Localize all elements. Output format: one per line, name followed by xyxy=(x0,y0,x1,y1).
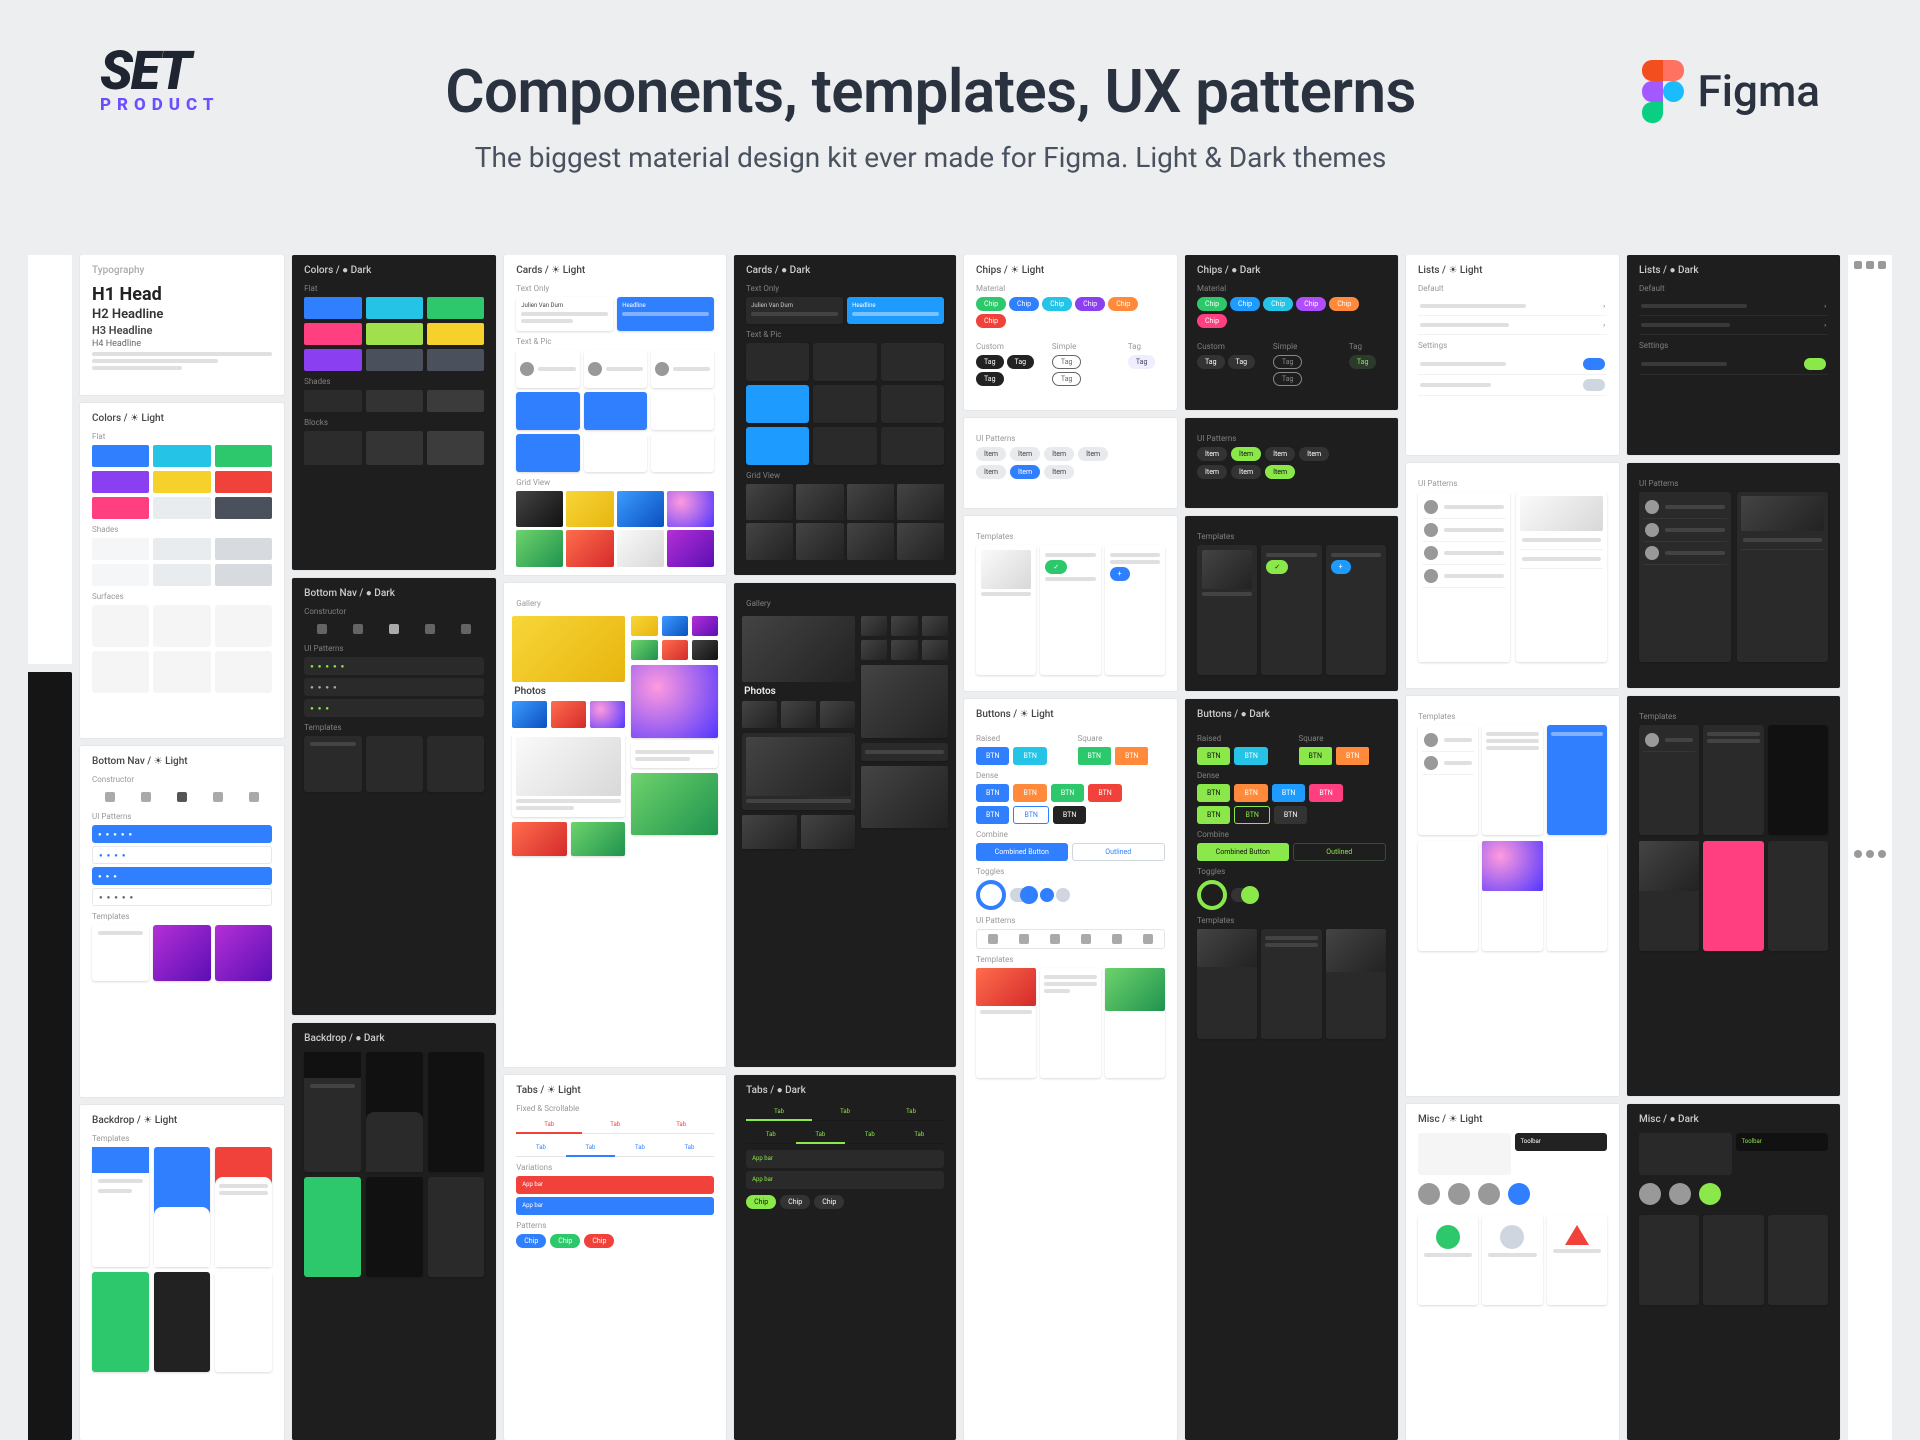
page-subtitle: The biggest material design kit ever mad… xyxy=(220,141,1642,174)
gallery-title: Photos xyxy=(512,682,625,701)
panel-lists-light-patterns: UI Patterns xyxy=(1406,463,1619,688)
panel-cards-light-gallery: Gallery Photos xyxy=(504,583,726,1067)
h4-sample: H4 Headline xyxy=(92,339,272,349)
panel-title: Buttons / ● Dark xyxy=(1197,709,1386,720)
panel-title: Tabs / ● Dark xyxy=(746,1085,944,1096)
panel-tabs-light: Tabs / ☀ Light Fixed & Scrollable TabTab… xyxy=(504,1075,726,1440)
panel-chips-patterns-light: UI Patterns ItemItemItemItem ItemItemIte… xyxy=(964,418,1177,508)
panel-cards-dark: Cards / ● Dark Text Only Julien Van Durn… xyxy=(734,255,956,575)
gallery-title: Photos xyxy=(742,682,855,701)
panel-backdrop-light: Backdrop / ☀ Light Templates xyxy=(80,1105,284,1440)
panel-title: Buttons / ☀ Light xyxy=(976,709,1165,720)
panel-title: Chips / ● Dark xyxy=(1197,265,1386,276)
panel-chips-dark: Chips / ● Dark Material ChipChip ChipChi… xyxy=(1185,255,1398,410)
h2-sample: H2 Headline xyxy=(92,307,272,322)
panel-tabs-dark: Tabs / ● Dark TabTabTab TabTabTabTab App… xyxy=(734,1075,956,1440)
panel-lists-light: Lists / ☀ Light Default › › Settings xyxy=(1406,255,1619,455)
panel-title: Backdrop / ● Dark xyxy=(304,1033,484,1044)
panel-title: Colors / ● Dark xyxy=(304,265,484,276)
panel-misc-dark: Misc / ● Dark Toolbar xyxy=(1627,1104,1840,1440)
panel-lists-dark: Lists / ● Dark Default › › Settings xyxy=(1627,255,1840,455)
panel-title: Cards / ● Dark xyxy=(746,265,944,276)
panel-lists-dark-templates: Templates xyxy=(1627,696,1840,1096)
h3-sample: H3 Headline xyxy=(92,324,272,337)
panel-title: Tabs / ☀ Light xyxy=(516,1085,714,1096)
figma-icon xyxy=(1642,60,1684,122)
panel-bottomnav-dark: Bottom Nav / ● Dark Constructor UI Patte… xyxy=(292,578,496,1015)
brand-set: SET xyxy=(100,50,190,93)
panel-title: Chips / ☀ Light xyxy=(976,265,1165,276)
panel-title: Lists / ☀ Light xyxy=(1418,265,1607,276)
panel-title: Colors / ☀ Light xyxy=(92,413,272,424)
figma-label: Figma xyxy=(1698,65,1820,117)
panel-cards-dark-gallery: Gallery Photos xyxy=(734,583,956,1067)
edge-right xyxy=(1848,255,1892,1440)
h1-sample: H1 Head xyxy=(92,284,272,305)
panel-chips-templates-light: Templates ✓ + xyxy=(964,516,1177,691)
component-gallery: Typography H1 Head H2 Headline H3 Headli… xyxy=(0,255,1920,1440)
panel-title: Misc / ☀ Light xyxy=(1418,1114,1607,1125)
edge-left xyxy=(28,255,72,1440)
panel-lists-dark-patterns: UI Patterns xyxy=(1627,463,1840,688)
panel-title: Bottom Nav / ☀ Light xyxy=(92,756,272,767)
panel-misc-light: Misc / ☀ Light Toolbar xyxy=(1406,1104,1619,1440)
panel-chips-templates-dark: Templates ✓ + xyxy=(1185,516,1398,691)
panel-title: Cards / ☀ Light xyxy=(516,265,714,276)
page-title: Components, templates, UX patterns xyxy=(220,56,1642,127)
panel-colors-dark: Colors / ● Dark Flat Shades Blocks xyxy=(292,255,496,570)
panel-bottomnav-light: Bottom Nav / ☀ Light Constructor UI Patt… xyxy=(80,746,284,1097)
panel-buttons-dark: Buttons / ● Dark Raised BTNBTN Square BT… xyxy=(1185,699,1398,1440)
panel-lists-light-templates: Templates xyxy=(1406,696,1619,1096)
panel-buttons-light: Buttons / ☀ Light Raised BTNBTN Square B… xyxy=(964,699,1177,1440)
panel-title: Bottom Nav / ● Dark xyxy=(304,588,484,599)
panel-title: Typography xyxy=(92,265,272,276)
panel-chips-patterns-dark: UI Patterns ItemItemItemItem ItemItemIte… xyxy=(1185,418,1398,508)
panel-typography: Typography H1 Head H2 Headline H3 Headli… xyxy=(80,255,284,395)
set-product-logo: SET PRODUCT xyxy=(100,50,220,115)
panel-title: Lists / ● Dark xyxy=(1639,265,1828,276)
brand-product: PRODUCT xyxy=(100,95,220,115)
panel-title: Backdrop / ☀ Light xyxy=(92,1115,272,1126)
panel-colors-light: Colors / ☀ Light Flat Shades Surfaces xyxy=(80,403,284,738)
page-header: SET PRODUCT Components, templates, UX pa… xyxy=(0,0,1920,230)
panel-title: Misc / ● Dark xyxy=(1639,1114,1828,1125)
panel-cards-light: Cards / ☀ Light Text Only Julien Van Dur… xyxy=(504,255,726,575)
panel-chips-light: Chips / ☀ Light Material ChipChip ChipCh… xyxy=(964,255,1177,410)
figma-badge: Figma xyxy=(1642,50,1820,122)
panel-backdrop-dark: Backdrop / ● Dark xyxy=(292,1023,496,1440)
